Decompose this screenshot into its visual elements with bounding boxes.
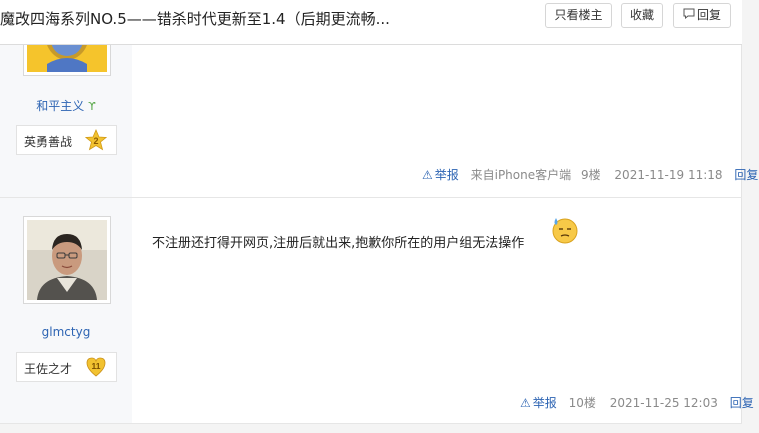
- rank-level: 11: [92, 361, 101, 371]
- post-1-username-text[interactable]: 和平主义: [36, 99, 84, 113]
- comment-icon: [683, 4, 695, 27]
- post-2-meta: ⚠ 举报 10楼 2021-11-25 12:03 回复: [520, 394, 754, 411]
- heart-badge-icon: 11: [86, 357, 106, 377]
- only-op-button[interactable]: 只看楼主: [545, 3, 612, 28]
- post-1-meta: ⚠ 举报 来自iPhone客户端 9楼 2021-11-19 11:18 回复: [422, 166, 758, 183]
- reply-link[interactable]: 回复: [730, 396, 754, 410]
- reply-label[interactable]: 回复: [697, 8, 721, 22]
- reply-link[interactable]: 回复: [734, 168, 758, 182]
- post-2-rank: 王佐之才 11: [16, 352, 117, 382]
- rank-title: 英勇善战: [24, 135, 73, 149]
- post-2-avatar[interactable]: [23, 216, 111, 304]
- floor-number: 10楼: [568, 396, 596, 410]
- post-footer-strip: [0, 423, 742, 433]
- favorite-label[interactable]: 收藏: [630, 8, 654, 22]
- only-op-label[interactable]: 只看楼主: [554, 8, 602, 22]
- star-badge-icon: 2: [85, 129, 107, 151]
- post-2-content: 不注册还打得开网页,注册后就出来,抱歉你所在的用户组无法操作: [152, 232, 524, 251]
- post-2-username[interactable]: glmctyg: [0, 325, 132, 339]
- report-link[interactable]: ⚠ 举报: [520, 396, 557, 410]
- post-2-username-text[interactable]: glmctyg: [42, 325, 91, 339]
- sweat-smile-emoji-icon: [552, 218, 578, 244]
- post-source[interactable]: 来自iPhone客户端: [471, 168, 572, 182]
- sprout-icon: ϒ: [88, 100, 96, 113]
- reply-button[interactable]: 回复: [673, 3, 731, 28]
- post-panel: 和平主义 ϒ 英勇善战 2 ⚠ 举报 来自iPhone客户端 9楼 2021-11…: [0, 0, 758, 433]
- floor-number: 9楼: [580, 168, 601, 182]
- report-link[interactable]: ⚠ 举报: [422, 168, 459, 182]
- post-time: 2021-11-19 11:18: [614, 168, 723, 182]
- post-1-rank: 英勇善战 2: [16, 125, 117, 155]
- man-photo-avatar-icon: [27, 220, 107, 300]
- post-time: 2021-11-25 12:03: [609, 396, 718, 410]
- report-label[interactable]: 举报: [533, 396, 557, 410]
- post-1-username[interactable]: 和平主义 ϒ: [0, 97, 132, 114]
- favorite-button[interactable]: 收藏: [621, 3, 663, 28]
- report-label[interactable]: 举报: [435, 168, 459, 182]
- thread-title: 魔改四海系列NO.5——错杀时代更新至1.4（后期更流畅...: [0, 10, 390, 28]
- page: 和平主义 ϒ 英勇善战 2 ⚠ 举报 来自iPhone客户端 9楼 2021-11…: [0, 0, 759, 433]
- rank-level: 2: [93, 136, 98, 146]
- warning-icon: ⚠: [520, 396, 531, 410]
- thread-header: 魔改四海系列NO.5——错杀时代更新至1.4（后期更流畅... 只看楼主 收藏 …: [0, 0, 742, 45]
- warning-icon: ⚠: [422, 168, 433, 182]
- post-content-text: 不注册还打得开网页,注册后就出来,抱歉你所在的用户组无法操作: [152, 236, 525, 251]
- rank-title: 王佐之才: [24, 362, 73, 376]
